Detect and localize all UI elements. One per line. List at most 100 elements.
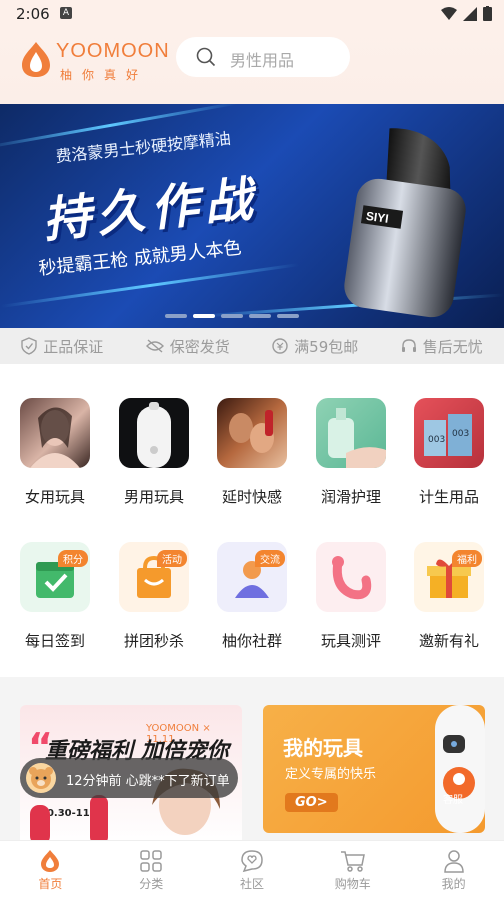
activity-label: 每日签到 [24, 632, 85, 650]
tab-category[interactable]: 分类 [101, 841, 202, 898]
carousel-dot[interactable] [277, 314, 299, 318]
search-input[interactable]: 男性用品 [176, 37, 350, 77]
my-toys-title: 我的玩具 [283, 736, 363, 760]
tab-label: 社区 [239, 877, 264, 891]
wifi-icon [441, 6, 457, 20]
notification-icon: A [60, 7, 72, 19]
signal-icon [463, 6, 477, 21]
activity-badge: 活动 [157, 550, 187, 567]
category-grid: 女用玩具 男用玩具 延时快感 润滑护理 003 003 计生用品 积分 每日签到 [0, 364, 504, 677]
activity-badge: 福利 [452, 550, 482, 567]
activity-badge: 积分 [58, 550, 88, 567]
guarantee-label: 售后无忧 [422, 337, 483, 356]
delay-image [217, 398, 287, 468]
search-placeholder: 男性用品 [230, 51, 295, 70]
battery-icon [483, 6, 492, 21]
tab-home[interactable]: 首页 [0, 841, 101, 898]
product-bottle-image: SIYI [344, 128, 466, 318]
guarantee-shipping: 满59包邮 [272, 336, 358, 357]
svg-text:003: 003 [428, 435, 445, 445]
female-toys-image [20, 398, 90, 468]
calendar-check-icon: 积分 [20, 542, 90, 612]
my-toys-card[interactable]: 我的玩具 定义专属的快乐 GO> 客服 [263, 705, 485, 833]
category-label: 男用玩具 [123, 488, 184, 506]
promo-red-toys-image [30, 795, 108, 845]
activity-toy-review[interactable]: 玩具测评 [306, 542, 396, 651]
male-toys-image [119, 398, 189, 468]
status-bar: 2:06 A [0, 0, 504, 28]
bottom-tab-bar: 首页 分类 社区 购物车 我的 [0, 840, 504, 898]
logo-wordmark: YOOMOON [56, 40, 170, 62]
activity-daily-checkin[interactable]: 积分 每日签到 [10, 542, 100, 651]
activity-label: 柚你社群 [221, 632, 282, 650]
grid-icon [140, 850, 162, 872]
app-header: YOOMOON 柚你真好 男性用品 [0, 28, 504, 104]
contraceptive-image: 003 003 [414, 398, 484, 468]
guarantee-authentic: 正品保证 [21, 336, 103, 357]
guarantee-label: 满59包邮 [294, 337, 359, 356]
order-notification-toast: 12分钟前 心跳**下了新订单 [20, 758, 238, 798]
tab-label: 分类 [139, 877, 164, 891]
search-icon [196, 47, 216, 67]
app-logo[interactable]: YOOMOON 柚你真好 [20, 38, 170, 88]
carousel-dot[interactable] [249, 314, 271, 318]
activity-badge: 交流 [255, 550, 285, 567]
my-toys-subtitle: 定义专属的快乐 [285, 767, 377, 782]
activity-invite-gift[interactable]: 福利 邀新有礼 [404, 542, 494, 651]
category-female-toys[interactable]: 女用玩具 [10, 398, 100, 507]
customer-service-button[interactable]: 客服 [433, 705, 485, 833]
shopping-bag-icon: 活动 [119, 542, 189, 612]
category-label: 润滑护理 [320, 488, 381, 506]
home-icon [41, 850, 60, 872]
toast-message: 12分钟前 心跳**下了新订单 [66, 774, 230, 789]
status-icons [441, 6, 492, 21]
carousel-dot[interactable] [193, 314, 215, 318]
go-button[interactable]: GO> [285, 793, 338, 812]
coin-icon [272, 338, 288, 354]
guarantee-aftersales: 售后无忧 [401, 336, 483, 357]
category-male-toys[interactable]: 男用玩具 [109, 398, 199, 507]
category-label: 延时快感 [221, 488, 282, 506]
activity-label: 邀新有礼 [418, 632, 479, 650]
user-icon [443, 850, 464, 873]
svg-text:003: 003 [452, 429, 469, 439]
tab-community[interactable]: 社区 [202, 841, 303, 898]
shield-check-icon [21, 337, 37, 355]
logo-slogan: 柚你真好 [60, 68, 149, 82]
guarantee-label: 正品保证 [43, 337, 104, 356]
gift-box-icon: 福利 [414, 542, 484, 612]
eye-off-icon [145, 339, 164, 353]
promo-banner[interactable]: 费洛蒙男士秒硬按摩精油 持久作战 秒提霸王枪 成就男人本色 SIYI [0, 104, 504, 328]
activity-label: 拼团秒杀 [123, 632, 184, 650]
category-lubricant[interactable]: 润滑护理 [306, 398, 396, 507]
customer-service-label: 客服 [443, 795, 463, 806]
toy-device-image [435, 705, 485, 833]
carousel-indicator[interactable] [165, 314, 299, 318]
toy-review-icon [316, 542, 386, 612]
tab-cart[interactable]: 购物车 [302, 841, 403, 898]
category-label: 计生用品 [418, 488, 479, 506]
tab-profile[interactable]: 我的 [403, 841, 504, 898]
activity-label: 玩具测评 [320, 632, 381, 650]
category-contraceptive[interactable]: 003 003 计生用品 [404, 398, 494, 507]
tab-label: 首页 [38, 877, 63, 891]
carousel-dot[interactable] [221, 314, 243, 318]
headset-icon [401, 339, 416, 352]
guarantee-private: 保密发货 [145, 336, 230, 357]
carousel-dot[interactable] [165, 314, 187, 318]
community-user-icon: 交流 [217, 542, 287, 612]
cart-icon [340, 851, 365, 872]
status-time: 2:06 [16, 5, 50, 23]
bear-avatar-icon [26, 763, 56, 793]
service-guarantees: 正品保证 保密发货 满59包邮 售后无忧 [0, 328, 504, 364]
category-label: 女用玩具 [24, 488, 85, 506]
activity-community[interactable]: 交流 柚你社群 [207, 542, 297, 651]
activity-group-flash-sale[interactable]: 活动 拼团秒杀 [109, 542, 199, 651]
category-delay[interactable]: 延时快感 [207, 398, 297, 507]
logo-mark-icon [22, 42, 50, 77]
guarantee-label: 保密发货 [169, 337, 230, 356]
tab-label: 我的 [441, 877, 466, 891]
lubricant-image [316, 398, 386, 468]
tab-label: 购物车 [334, 877, 371, 891]
community-icon [241, 850, 263, 873]
